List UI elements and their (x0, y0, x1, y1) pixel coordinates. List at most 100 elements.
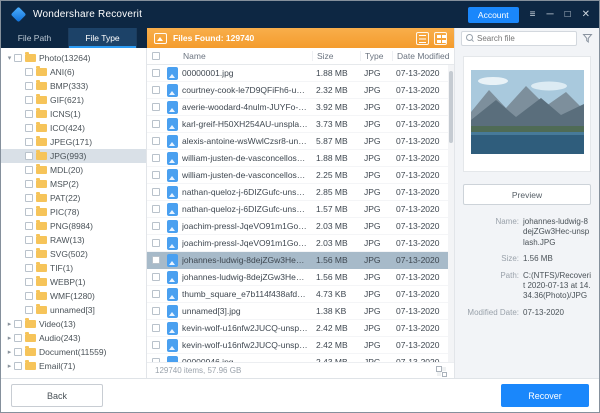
tree-item[interactable]: ▸ Email(71) (1, 359, 146, 373)
table-row[interactable]: unnamed[3].jpg 1.38 KB JPG 07-13-2020 (147, 303, 454, 320)
tree-item[interactable]: ▾ Photo(13264) (1, 51, 146, 65)
column-header-name[interactable]: Name (167, 51, 312, 61)
tree-item[interactable]: PNG(8984) (1, 219, 146, 233)
close-icon[interactable]: ✕ (582, 9, 590, 20)
tree-item[interactable]: ANI(6) (1, 65, 146, 79)
tree-item[interactable]: ▸ Audio(243) (1, 331, 146, 345)
tree-checkbox[interactable] (25, 166, 33, 174)
tree-checkbox[interactable] (25, 194, 33, 202)
row-checkbox[interactable] (151, 222, 160, 230)
table-row[interactable]: joachim-pressl-JqeVO91m1Go-unspl... 2.03… (147, 218, 454, 235)
row-checkbox[interactable] (151, 256, 160, 264)
tree-item[interactable]: BMP(333) (1, 79, 146, 93)
grid-view-icon[interactable] (435, 365, 447, 377)
tree-item[interactable]: MSP(2) (1, 177, 146, 191)
tab-file-type[interactable]: File Type (69, 28, 137, 48)
tree-checkbox[interactable] (14, 334, 22, 342)
tree-item[interactable]: ICO(424) (1, 121, 146, 135)
search-input[interactable] (477, 33, 572, 43)
column-header-type[interactable]: Type (360, 51, 392, 61)
table-row[interactable]: courtney-cook-le7D9QFiFh6-unspla... 2.32… (147, 82, 454, 99)
list-view-icon[interactable] (416, 31, 429, 45)
tree-item[interactable]: JPG(993) (1, 149, 146, 163)
menu-icon[interactable]: ≡ (530, 9, 536, 20)
tree-item[interactable]: unnamed[3] (1, 303, 146, 317)
tab-file-path[interactable]: File Path (1, 28, 69, 48)
expand-arrow-icon[interactable]: ▸ (5, 348, 14, 356)
tree-item[interactable]: ▸ Video(13) (1, 317, 146, 331)
row-checkbox[interactable] (151, 154, 160, 162)
row-checkbox[interactable] (151, 120, 160, 128)
row-checkbox[interactable] (151, 205, 160, 213)
table-row[interactable]: 00000001.jpg 1.88 MB JPG 07-13-2020 (147, 65, 454, 82)
tree-checkbox[interactable] (25, 68, 33, 76)
table-row[interactable]: william-justen-de-vasconcellos-65Ga... 2… (147, 167, 454, 184)
row-checkbox[interactable] (151, 324, 160, 332)
row-checkbox[interactable] (151, 137, 160, 145)
expand-arrow-icon[interactable]: ▸ (5, 320, 14, 328)
recover-button[interactable]: Recover (501, 384, 589, 407)
table-row[interactable]: kevin-wolf-u16nfw2JUCQ-unsplash.jpg 2.42… (147, 337, 454, 354)
tree-item[interactable]: WMF(1280) (1, 289, 146, 303)
tree-item[interactable]: WEBP(1) (1, 275, 146, 289)
row-checkbox[interactable] (151, 171, 160, 179)
tree-item[interactable]: MDL(20) (1, 163, 146, 177)
tree-checkbox[interactable] (25, 110, 33, 118)
tree-checkbox[interactable] (14, 320, 22, 328)
row-checkbox[interactable] (151, 86, 160, 94)
column-header-date[interactable]: Date Modified (392, 51, 454, 61)
thumbnail-view-icon[interactable] (434, 31, 447, 45)
table-row[interactable]: johannes-ludwig-8dejZGw3Hec-unsp... 1.56… (147, 269, 454, 286)
tree-checkbox[interactable] (14, 348, 22, 356)
tree-checkbox[interactable] (14, 54, 22, 62)
table-row[interactable]: averie-woodard-4nulm-JUYFo-unspla... 3.9… (147, 99, 454, 116)
tree-checkbox[interactable] (25, 278, 33, 286)
row-checkbox[interactable] (151, 307, 160, 315)
row-checkbox[interactable] (151, 69, 160, 77)
row-checkbox[interactable] (151, 273, 160, 281)
row-checkbox[interactable] (151, 290, 160, 298)
tree-checkbox[interactable] (25, 306, 33, 314)
account-button[interactable]: Account (467, 6, 519, 23)
tree-checkbox[interactable] (25, 208, 33, 216)
maximize-icon[interactable]: □ (565, 9, 571, 20)
tree-checkbox[interactable] (25, 96, 33, 104)
tree-item[interactable]: ▸ Document(11559) (1, 345, 146, 359)
tree-checkbox[interactable] (25, 124, 33, 132)
tree-item[interactable]: JPEG(171) (1, 135, 146, 149)
tree-item[interactable]: RAW(13) (1, 233, 146, 247)
tree-item[interactable]: PAT(22) (1, 191, 146, 205)
tree-item[interactable]: ICNS(1) (1, 107, 146, 121)
tree-checkbox[interactable] (25, 250, 33, 258)
row-checkbox[interactable] (151, 103, 160, 111)
tree-checkbox[interactable] (25, 236, 33, 244)
table-row[interactable]: alexis-antoine-wsWwlCzsr8-unsplas... 5.8… (147, 133, 454, 150)
table-row[interactable]: kevin-wolf-u16nfw2JUCQ-unsplash.jpg 2.42… (147, 320, 454, 337)
expand-arrow-icon[interactable]: ▸ (5, 334, 14, 342)
tree-checkbox[interactable] (25, 180, 33, 188)
select-all-checkbox[interactable] (151, 52, 160, 60)
table-row[interactable]: 00000946.jpg 2.43 MB JPG 07-13-2020 (147, 354, 454, 362)
tree-item[interactable]: GIF(621) (1, 93, 146, 107)
tree-checkbox[interactable] (25, 152, 33, 160)
filter-icon[interactable] (582, 33, 593, 44)
search-box[interactable] (461, 30, 577, 46)
minimize-icon[interactable]: ─ (546, 9, 553, 20)
tree-item[interactable]: PIC(78) (1, 205, 146, 219)
tree-checkbox[interactable] (25, 82, 33, 90)
table-row[interactable]: nathan-queloz-j-6DIZGufc-unsplash... 2.8… (147, 184, 454, 201)
table-row[interactable]: william-justen-de-vasconcellos-6SGa... 1… (147, 150, 454, 167)
column-header-size[interactable]: Size (312, 51, 360, 61)
scrollbar-track[interactable] (448, 65, 454, 362)
table-row[interactable]: nathan-queloz-j-6DIZGufc-unsplash... 1.5… (147, 201, 454, 218)
tree-checkbox[interactable] (25, 264, 33, 272)
tree-checkbox[interactable] (25, 222, 33, 230)
expand-arrow-icon[interactable]: ▾ (5, 54, 14, 62)
scrollbar-thumb[interactable] (449, 71, 453, 143)
table-row[interactable]: joachim-pressl-JqeVO91m1Go-unspl... 2.03… (147, 235, 454, 252)
tree-item[interactable]: SVG(502) (1, 247, 146, 261)
table-row[interactable]: karl-greif-H50XH254AU-unsplash.jpg 3.73 … (147, 116, 454, 133)
tree-checkbox[interactable] (25, 138, 33, 146)
row-checkbox[interactable] (151, 239, 160, 247)
row-checkbox[interactable] (151, 188, 160, 196)
